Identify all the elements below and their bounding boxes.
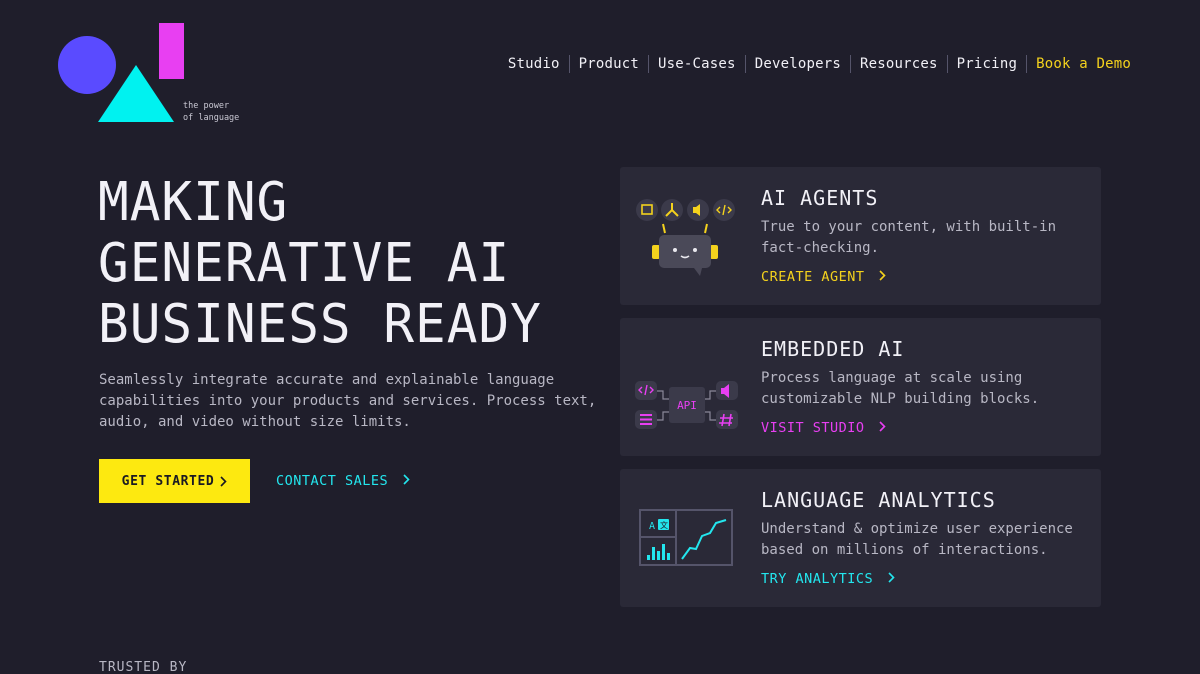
logo-tagline-line2: of language [183, 113, 240, 123]
visit-studio-label: VISIT STUDIO [761, 420, 865, 436]
api-network-icon: API [635, 381, 738, 429]
nav-book-demo-link[interactable]: Book a Demo [1027, 56, 1131, 72]
api-icon-label: API [677, 399, 697, 412]
try-analytics-link[interactable]: TRY ANALYTICS [761, 571, 895, 587]
contact-sales-link[interactable]: CONTACT SALES [276, 473, 410, 489]
svg-text:文: 文 [660, 520, 668, 530]
chevron-right-icon [403, 474, 410, 485]
nav-item-studio[interactable]: Studio [499, 56, 569, 72]
hero-title: MAKING GENERATIVE AI BUSINESS READY [98, 171, 598, 356]
chevron-right-icon [879, 421, 886, 432]
card-description: True to your content, with built-in fact… [761, 219, 1057, 256]
hero-title-line2: GENERATIVE AI [98, 232, 511, 295]
get-started-button[interactable]: GET STARTED [99, 459, 250, 503]
nav-item-resources[interactable]: Resources [851, 56, 947, 72]
try-analytics-label: TRY ANALYTICS [761, 571, 874, 587]
nav-item-product[interactable]: Product [570, 56, 648, 72]
contact-sales-label: CONTACT SALES [276, 473, 389, 489]
visit-studio-link[interactable]: VISIT STUDIO [761, 420, 886, 436]
nav-item-pricing[interactable]: Pricing [948, 56, 1026, 72]
hero-subtitle: Seamlessly integrate accurate and explai… [99, 372, 597, 430]
main-nav: Studio Product Use-Cases Developers Reso… [499, 53, 1131, 75]
get-started-label: GET STARTED [121, 473, 215, 489]
card-title: LANGUAGE ANALYTICS [761, 488, 996, 512]
card-title: EMBEDDED AI [761, 337, 905, 361]
card-embedded-ai[interactable]: API EMBEDDED AI Process language at scal… [620, 318, 1101, 456]
logo-tagline-line1: the power [183, 101, 230, 111]
nav-item-use-cases[interactable]: Use-Cases [649, 56, 745, 72]
hero-title-line1: MAKING [98, 171, 289, 234]
chevron-right-icon [220, 475, 227, 487]
card-ai-agents[interactable]: AI AGENTS True to your content, with bui… [620, 167, 1101, 305]
robot-agent-icon [636, 199, 735, 276]
trusted-by-heading: TRUSTED BY [99, 660, 188, 674]
card-language-analytics[interactable]: A 文 LANGUAGE ANALYTICS Understand & opti… [620, 469, 1101, 607]
logo-triangle-shape [98, 65, 174, 122]
card-description: Process language at scale using customiz… [761, 370, 1040, 407]
chevron-right-icon [888, 572, 895, 583]
nav-item-developers[interactable]: Developers [746, 56, 850, 72]
create-agent-label: CREATE AGENT [761, 269, 865, 285]
logo-tagline: the power of language [183, 100, 239, 124]
card-title: AI AGENTS [761, 186, 879, 210]
create-agent-link[interactable]: CREATE AGENT [761, 269, 886, 285]
card-description: Understand & optimize user experience ba… [761, 521, 1073, 558]
svg-text:A: A [649, 521, 655, 532]
analytics-dashboard-icon: A 文 [639, 509, 733, 566]
chevron-right-icon [879, 270, 886, 281]
logo[interactable]: the power of language [56, 20, 256, 130]
hero-title-line3: BUSINESS READY [98, 293, 542, 356]
